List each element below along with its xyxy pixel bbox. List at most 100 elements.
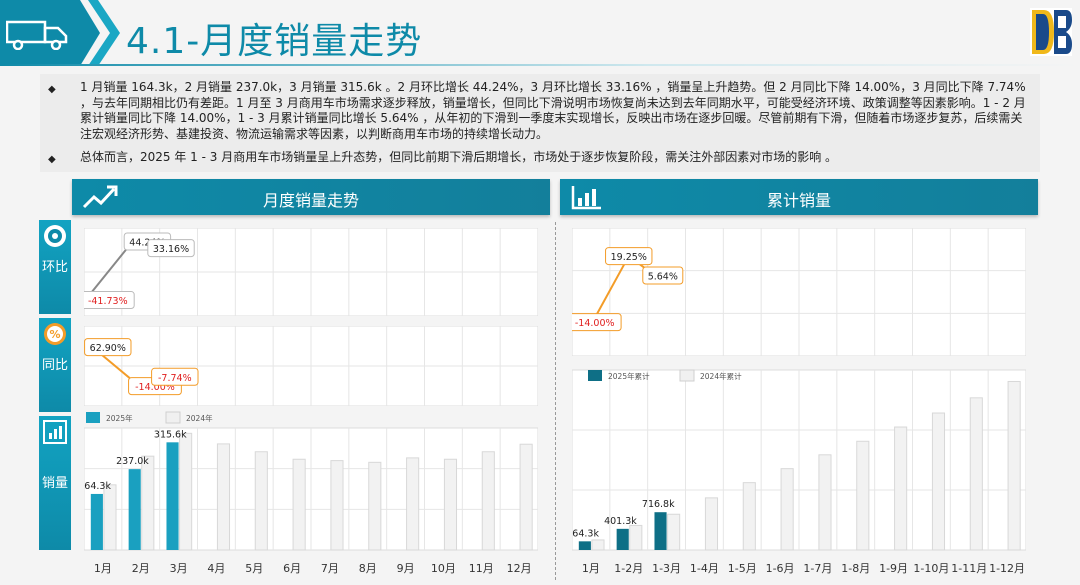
- bullet-text: 总体而言，2025 年 1 - 3 月商用车市场销量呈上升态势，但同比前期下滑后…: [80, 150, 838, 164]
- bar-2025: [578, 541, 591, 550]
- x-tick-label: 6月: [283, 562, 301, 575]
- target-icon: [44, 225, 66, 247]
- bar-2024: [969, 397, 983, 551]
- tab-mom[interactable]: 环比: [39, 220, 71, 314]
- tab-sales-label: 销量: [41, 476, 68, 491]
- x-tick-label: 4月: [207, 562, 225, 575]
- bar-value-label: 716.8k: [642, 499, 675, 510]
- tab-yoy[interactable]: % 同比: [39, 318, 71, 412]
- left-panel-banner: 月度销量走势: [72, 179, 550, 215]
- data-label-text: -7.74%: [158, 373, 192, 384]
- bar-value-label: 237.0k: [116, 456, 149, 467]
- bar-2025: [616, 528, 629, 550]
- summary-text-box: ◆ 1 月销量 164.3k，2 月销量 237.0k，3 月销量 315.6k…: [40, 74, 1040, 172]
- bar-2024: [103, 484, 117, 551]
- bar-2024: [667, 513, 681, 551]
- x-tick-label: 1-9月: [879, 562, 908, 575]
- bar-2024: [894, 426, 908, 551]
- bar-2024: [856, 440, 870, 551]
- brand-logo: [1030, 8, 1072, 56]
- x-tick-label: 1-12月: [989, 562, 1025, 575]
- header-divider: [0, 64, 1080, 66]
- tab-mom-label: 环比: [41, 260, 68, 275]
- data-label-text: -41.73%: [88, 296, 128, 307]
- data-label: -7.74%: [151, 367, 199, 386]
- monthly-sales-bar-chart: 2025年 2024年 164.3k 1月 237.0k 2月 315.6k 3月 4月 5月 6月…: [84, 411, 538, 575]
- x-tick-label: 1-3月: [652, 562, 681, 575]
- bullet-diamond-icon: ◆: [48, 154, 56, 165]
- bar-2024: [481, 451, 495, 551]
- x-tick-label: 10月: [431, 562, 456, 575]
- x-tick-label: 8月: [359, 562, 377, 575]
- bar-2024: [704, 497, 719, 551]
- bar-2024: [591, 539, 605, 551]
- x-tick-label: 7月: [321, 562, 339, 575]
- x-tick-label: 1-2月: [614, 562, 643, 575]
- cumulative-sales-bar-chart: 2025年累计 2024年累计 164.3k 1月 401.3k 1-2月 716.8k 1-…: [572, 369, 1026, 575]
- x-tick-label: 1-4月: [690, 562, 719, 575]
- cumulative-yoy-line-chart: -14.00% 19.25%5.64%: [572, 228, 1026, 356]
- x-tick-label: 1月: [94, 562, 112, 575]
- bar-2024: [519, 443, 533, 551]
- data-label: 33.16%: [147, 239, 195, 258]
- legend-swatch: [86, 412, 100, 423]
- x-tick-label: 11月: [469, 562, 494, 575]
- bar-value-label: 164.3k: [572, 528, 599, 539]
- bar-2024: [818, 454, 832, 551]
- page-title: 4.1-月度销量走势: [126, 21, 423, 62]
- x-tick-label: 5月: [245, 562, 263, 575]
- data-label-text: 62.90%: [90, 343, 126, 354]
- x-tick-label: 1-6月: [766, 562, 795, 575]
- bullet-text: 1 月销量 164.3k，2 月销量 237.0k，3 月销量 315.6k 。…: [80, 80, 1026, 141]
- bar-2024: [330, 460, 344, 551]
- legend-label: 2025年累计: [608, 371, 650, 381]
- bar-2024: [931, 412, 946, 551]
- data-label: 5.64%: [642, 266, 684, 285]
- x-tick-label: 9月: [397, 562, 415, 575]
- percent-icon: %: [44, 323, 66, 345]
- legend-label: 2024年累计: [700, 371, 742, 381]
- legend-swatch: [588, 370, 602, 381]
- panel-divider: [555, 222, 556, 580]
- data-label-text: 33.16%: [153, 244, 189, 255]
- legend-swatch: [165, 411, 181, 424]
- data-label: 62.90%: [84, 338, 132, 357]
- x-tick-label: 1-8月: [841, 562, 870, 575]
- bar-2024: [406, 457, 420, 551]
- bar-value-label: 164.3k: [84, 481, 111, 492]
- chart-box-icon: [43, 420, 67, 444]
- bar-value-label: 315.6k: [154, 429, 187, 440]
- bar-2025: [128, 469, 141, 550]
- left-panel-title: 月度销量走势: [262, 191, 359, 210]
- mom-line-chart: -41.73%44.24%33.16%: [84, 228, 538, 316]
- data-label-text: -14.00%: [575, 318, 615, 329]
- legend-label: 2025年: [106, 413, 133, 423]
- tab-yoy-label: 同比: [41, 358, 68, 373]
- bar-2024: [179, 432, 193, 551]
- bar-2024: [292, 458, 306, 551]
- x-tick-label: 1月: [582, 562, 600, 575]
- data-label-text: 5.64%: [648, 271, 678, 282]
- bar-2024: [443, 458, 458, 551]
- right-panel-title: 累计销量: [766, 191, 831, 210]
- bar-2024: [780, 468, 794, 551]
- x-tick-label: 3月: [170, 562, 188, 575]
- bar-2024: [254, 451, 268, 551]
- bar-2024: [629, 524, 643, 551]
- bullet-diamond-icon: ◆: [48, 84, 56, 95]
- x-tick-label: 12月: [507, 562, 532, 575]
- bar-2024: [1007, 380, 1021, 551]
- data-label: -41.73%: [84, 291, 135, 310]
- bar-value-label: 401.3k: [604, 516, 637, 527]
- tab-sales[interactable]: 销量: [39, 416, 71, 550]
- data-label: -14.00%: [572, 313, 622, 332]
- data-label-text: 19.25%: [611, 252, 647, 263]
- legend-swatch: [679, 369, 695, 382]
- truck-icon: [6, 20, 68, 50]
- legend-label: 2024年: [186, 413, 213, 423]
- yoy-line-chart: 62.90%-14.00%-7.74%: [84, 326, 538, 406]
- x-tick-label: 1-5月: [728, 562, 757, 575]
- bar-2025: [166, 442, 179, 550]
- bar-2025: [654, 512, 667, 550]
- bar-2024: [368, 461, 382, 551]
